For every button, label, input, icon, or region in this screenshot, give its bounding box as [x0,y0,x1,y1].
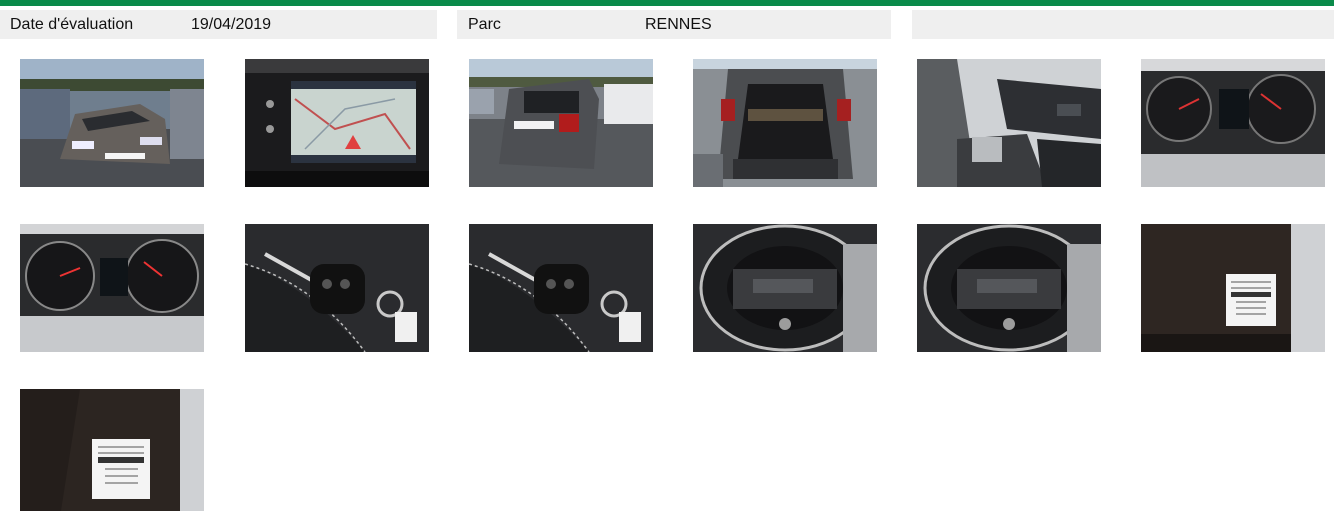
photo-spare-wheel[interactable] [693,224,877,352]
photo-open-trunk[interactable] [693,59,877,187]
photo-interior-seats[interactable] [917,59,1101,187]
photo-exterior-front[interactable] [20,59,204,187]
photo-car-key[interactable] [245,224,429,352]
photo-infotainment-screen[interactable] [245,59,429,187]
photo-spare-wheel-duplicate[interactable] [917,224,1101,352]
photo-exterior-rear[interactable] [469,59,653,187]
photo-instrument-cluster-close[interactable] [20,224,204,352]
photo-door-label[interactable] [1141,224,1325,352]
photo-gallery [0,0,1334,511]
photo-door-label-close[interactable] [20,389,204,511]
photo-instrument-cluster[interactable] [1141,59,1325,187]
photo-car-key-duplicate[interactable] [469,224,653,352]
